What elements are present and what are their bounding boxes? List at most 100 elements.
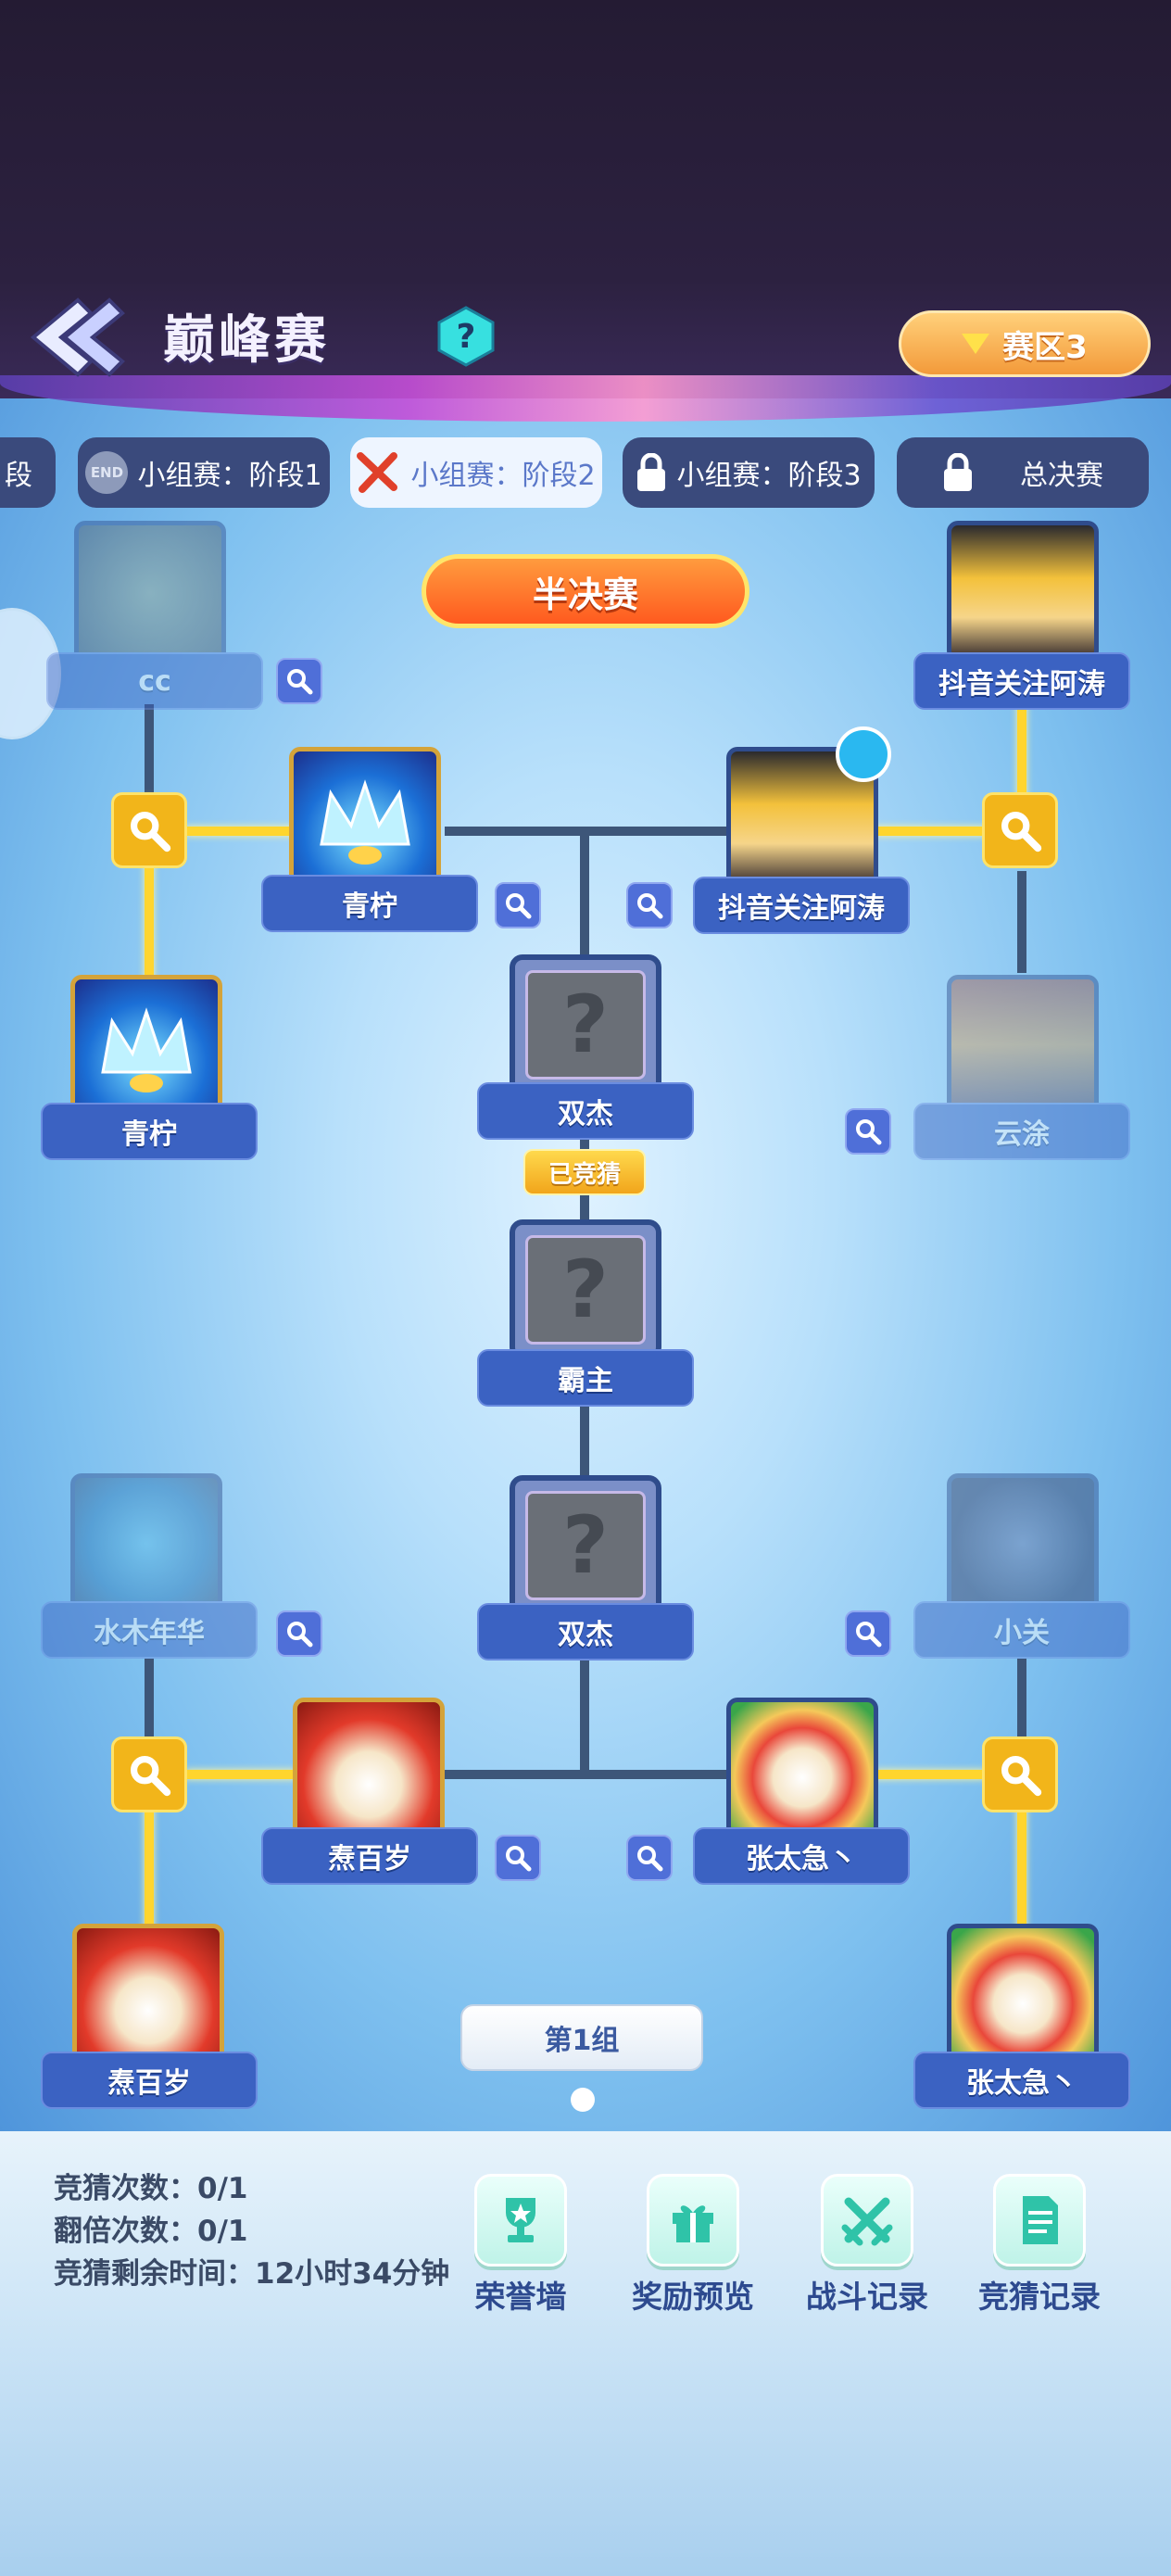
back-button[interactable] [24, 295, 126, 380]
tab-label: 小组赛：阶段2 [410, 460, 596, 492]
player-avatar [74, 521, 226, 665]
tab-group-stage-1[interactable]: END 小组赛：阶段1 [78, 437, 330, 508]
bracket-line [580, 827, 589, 956]
player-name: 双杰 [477, 1082, 694, 1140]
tab-stage-previous[interactable]: 段 [0, 437, 56, 508]
question-icon: ? [525, 970, 646, 1080]
help-button[interactable]: ? [435, 306, 497, 367]
player-avatar [947, 1924, 1099, 2070]
tab-group-stage-3[interactable]: 小组赛：阶段3 [623, 437, 875, 508]
tab-group-stage-2[interactable]: 小组赛：阶段2 [350, 437, 602, 508]
player-name: 焘百岁 [41, 2052, 258, 2109]
player-card-eliminated[interactable]: 小关 [913, 1473, 1130, 1659]
crossed-swords-icon [821, 2174, 913, 2267]
player-card[interactable]: 焘百岁 [41, 1924, 258, 2109]
player-card-winner[interactable]: 张太急丶 [693, 1698, 910, 1885]
player-name: 焘百岁 [261, 1827, 478, 1885]
winner-line [1017, 704, 1026, 797]
player-card-winner[interactable]: 青柠 [261, 747, 478, 932]
view-match-button[interactable] [111, 1736, 187, 1812]
crown-emblem-icon [320, 779, 410, 865]
button-label: 竞猜记录 [978, 2279, 1101, 2315]
group-selector-button[interactable]: 第1组 [460, 2004, 703, 2071]
player-name: 青柠 [41, 1103, 258, 1160]
bracket-line [1017, 871, 1026, 973]
magnifier-icon [287, 1622, 313, 1648]
crossed-swords-icon [357, 452, 398, 493]
help-question-mark: ? [457, 318, 476, 356]
player-card[interactable]: 青柠 [41, 975, 258, 1160]
player-card-winner[interactable]: 抖音关注阿涛 [693, 726, 910, 934]
button-label: 荣誉墙 [474, 2279, 567, 2315]
tab-label: 小组赛：阶段1 [137, 460, 322, 492]
player-avatar [947, 975, 1099, 1116]
bracket-line [445, 1770, 732, 1779]
magnifier-icon [856, 1622, 882, 1648]
reward-preview-button[interactable]: 奖励预览 [619, 2174, 767, 2317]
lock-icon [637, 453, 666, 491]
magnifier-icon [506, 893, 532, 919]
player-name: 小关 [913, 1601, 1130, 1659]
champion-slot[interactable]: ? 霸主 [477, 1219, 694, 1407]
player-name: 张太急丶 [913, 2052, 1130, 2109]
player-name: 抖音关注阿涛 [913, 652, 1130, 710]
magnifier-icon [637, 1846, 663, 1872]
guess-count: 竞猜次数：0/1 [54, 2172, 248, 2205]
page-title: 巅峰赛 [163, 310, 330, 371]
inspect-button[interactable] [276, 658, 322, 704]
finalist-slot-bottom[interactable]: ? 双杰 [477, 1475, 694, 1661]
magnifier-icon [506, 1846, 532, 1872]
magnifier-icon [637, 893, 663, 919]
tab-finals[interactable]: 总决赛 [897, 437, 1149, 508]
player-name: cc [46, 652, 263, 710]
round-banner: 半决赛 [422, 554, 749, 628]
inspect-button[interactable] [626, 882, 673, 928]
button-label: 战斗记录 [806, 2279, 928, 2315]
tab-label: 总决赛 [1020, 460, 1103, 492]
player-avatar [947, 521, 1099, 662]
region-selector[interactable]: 赛区3 [899, 310, 1151, 377]
player-card-eliminated[interactable]: cc [46, 521, 263, 710]
player-avatar [947, 1473, 1099, 1614]
player-avatar [70, 975, 222, 1123]
player-card[interactable]: 张太急丶 [913, 1924, 1130, 2109]
player-name: 张太急丶 [693, 1827, 910, 1885]
player-name: 霸主 [477, 1349, 694, 1407]
player-avatar [293, 1698, 445, 1844]
inspect-button[interactable] [495, 882, 541, 928]
battle-record-button[interactable]: 战斗记录 [793, 2174, 941, 2317]
finalist-slot-top[interactable]: ? 双杰 [477, 954, 694, 1140]
player-card-eliminated[interactable]: 水木年华 [41, 1473, 258, 1659]
magnifier-icon [287, 669, 313, 695]
inspect-button[interactable] [845, 1108, 891, 1155]
player-card[interactable]: 抖音关注阿涛 [913, 521, 1130, 710]
inspect-button[interactable] [495, 1835, 541, 1881]
button-label: 奖励预览 [632, 2279, 754, 2315]
player-card-eliminated[interactable]: 云涂 [913, 975, 1130, 1160]
question-icon: ? [525, 1491, 646, 1600]
document-icon [993, 2174, 1086, 2267]
guess-record-button[interactable]: 竞猜记录 [965, 2174, 1114, 2317]
inspect-button[interactable] [626, 1835, 673, 1881]
page-indicator-dot [571, 2088, 595, 2112]
player-name: 水木年华 [41, 1601, 258, 1659]
player-card-winner[interactable]: 焘百岁 [261, 1698, 478, 1885]
view-match-button[interactable] [111, 792, 187, 868]
view-match-button[interactable] [982, 1736, 1058, 1812]
dropdown-triangle-icon [962, 334, 990, 354]
end-badge: END [85, 451, 129, 494]
inspect-button[interactable] [845, 1610, 891, 1657]
magnifier-icon [131, 812, 171, 852]
view-match-button[interactable] [982, 792, 1058, 868]
player-name: 抖音关注阿涛 [693, 877, 910, 934]
gift-icon [647, 2174, 739, 2267]
honor-wall-button[interactable]: 荣誉墙 [447, 2174, 595, 2317]
lock-icon [944, 453, 972, 491]
guess-time-left: 竞猜剩余时间：12小时34分钟 [54, 2257, 450, 2291]
guessed-badge: 已竞猜 [523, 1149, 646, 1195]
player-name: 青柠 [261, 875, 478, 932]
inspect-button[interactable] [276, 1610, 322, 1657]
magnifier-icon [856, 1119, 882, 1145]
crown-emblem-icon [101, 1007, 192, 1092]
unknown-player-avatar: ? [510, 1475, 661, 1616]
